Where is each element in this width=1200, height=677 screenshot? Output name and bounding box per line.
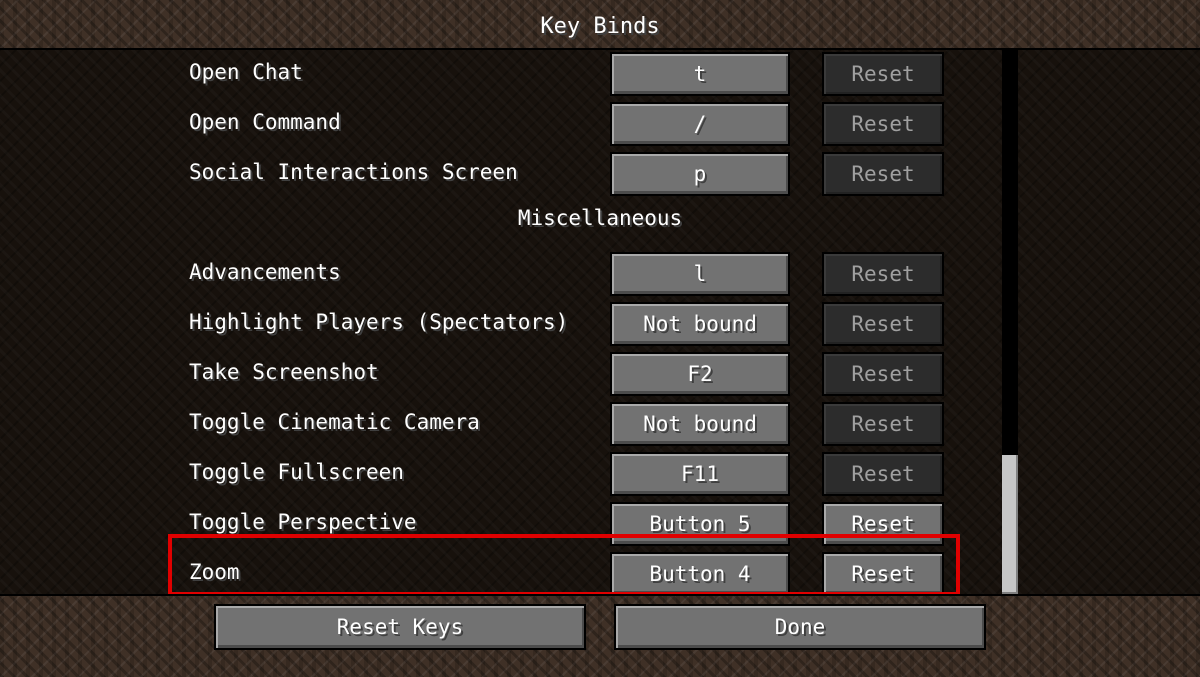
keybind-label: Toggle Perspective [189, 510, 417, 534]
keybind-row-highlight-players: Highlight Players (Spectators) Not bound… [0, 302, 1200, 358]
reset-button[interactable]: Reset [822, 352, 944, 396]
keybind-row-advancements: Advancements l Reset [0, 252, 1200, 308]
category-heading: Miscellaneous [517, 206, 683, 230]
keybind-label: Toggle Cinematic Camera [189, 410, 480, 434]
keybind-key-button[interactable]: Button 4 [610, 552, 790, 596]
reset-button[interactable]: Reset [822, 402, 944, 446]
keybind-key-button[interactable]: Not bound [610, 302, 790, 346]
keybind-row-open-command: Open Command / Reset [0, 102, 1200, 158]
reset-button[interactable]: Reset [822, 452, 944, 496]
done-button[interactable]: Done [614, 604, 986, 650]
keybind-label: Highlight Players (Spectators) [189, 310, 569, 334]
reset-button[interactable]: Reset [822, 102, 944, 146]
reset-button[interactable]: Reset [822, 52, 944, 96]
keybind-row-toggle-fullscreen: Toggle Fullscreen F11 Reset [0, 452, 1200, 508]
reset-button[interactable]: Reset [822, 552, 944, 596]
screen-title: Key Binds [540, 14, 660, 39]
keybind-label: Toggle Fullscreen [189, 460, 404, 484]
reset-button[interactable]: Reset [822, 502, 944, 546]
keybind-row-cinematic-camera: Toggle Cinematic Camera Not bound Reset [0, 402, 1200, 458]
keybind-row-take-screenshot: Take Screenshot F2 Reset [0, 352, 1200, 408]
keybind-row-toggle-perspective: Toggle Perspective Button 5 Reset [0, 502, 1200, 558]
keybind-label: Social Interactions Screen [189, 160, 518, 184]
keybind-row-open-chat: Open Chat t Reset [0, 52, 1200, 108]
footer-background [0, 594, 1200, 677]
reset-button[interactable]: Reset [822, 152, 944, 196]
reset-button[interactable]: Reset [822, 252, 944, 296]
keybind-label: Take Screenshot [189, 360, 379, 384]
reset-button[interactable]: Reset [822, 302, 944, 346]
keybind-label: Open Chat [189, 60, 303, 84]
keybind-key-button[interactable]: Button 5 [610, 502, 790, 546]
keybind-key-button[interactable]: t [610, 52, 790, 96]
keybind-key-button[interactable]: l [610, 252, 790, 296]
keybind-key-button[interactable]: F11 [610, 452, 790, 496]
keybind-label: Advancements [189, 260, 341, 284]
keybind-label: Zoom [189, 560, 240, 584]
keybind-key-button[interactable]: Not bound [610, 402, 790, 446]
reset-keys-button[interactable]: Reset Keys [214, 604, 586, 650]
keybind-key-button[interactable]: F2 [610, 352, 790, 396]
keybind-row-social-interactions: Social Interactions Screen p Reset [0, 152, 1200, 208]
scrollbar-thumb[interactable] [1002, 455, 1018, 594]
keybind-label: Open Command [189, 110, 341, 134]
keybind-key-button[interactable]: / [610, 102, 790, 146]
keybind-key-button[interactable]: p [610, 152, 790, 196]
